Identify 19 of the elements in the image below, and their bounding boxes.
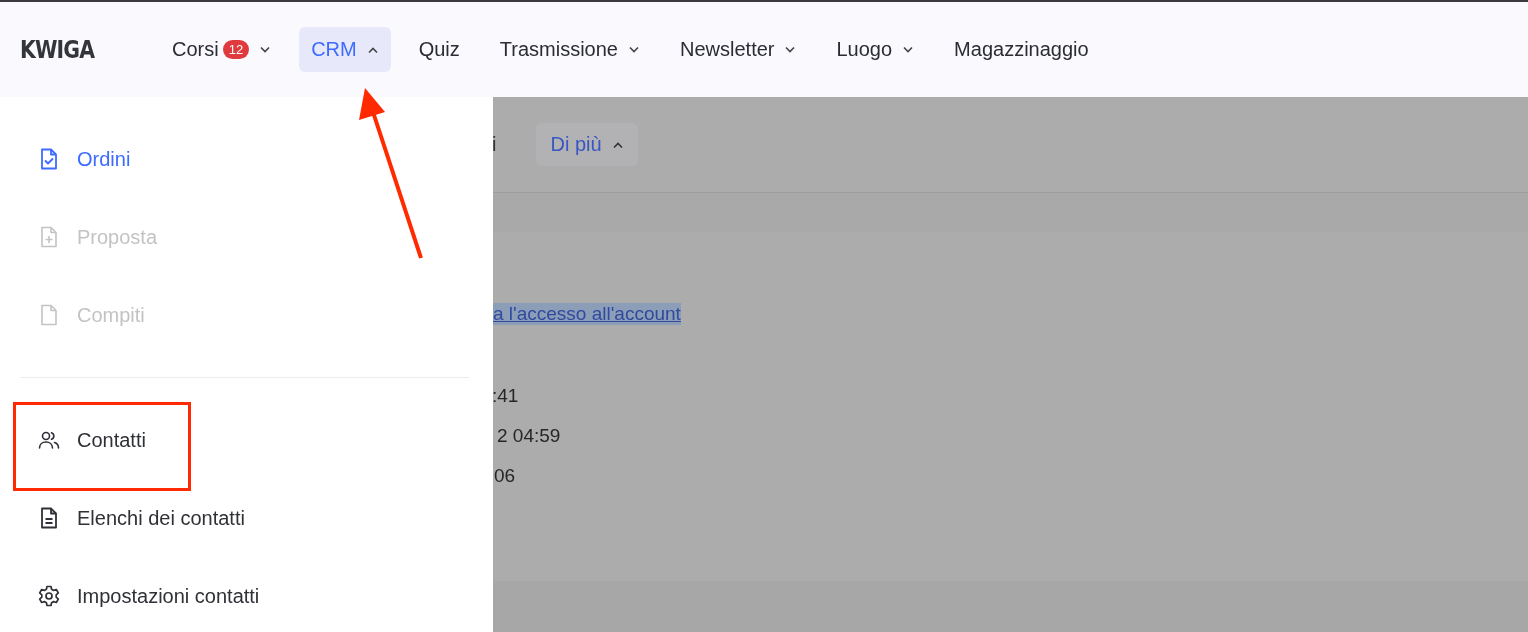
tab-label: i: [492, 133, 497, 156]
menu-item[interactable]: Contatti: [20, 401, 469, 479]
nav-menu-item[interactable]: Quiz: [406, 27, 472, 72]
settings-icon: [37, 584, 61, 608]
menu-item[interactable]: Elenchi dei contatti: [20, 479, 469, 557]
date-time-text: 06: [494, 465, 517, 487]
date-time-text: :41: [492, 385, 520, 407]
nav-menu-item[interactable]: CRM: [299, 27, 391, 72]
menu-item[interactable]: Ordini: [20, 120, 469, 198]
logo[interactable]: KWIGA: [20, 35, 122, 64]
nav-menu-item[interactable]: Magazzinaggio: [942, 27, 1101, 72]
nav-menu-item[interactable]: Luogo: [824, 27, 927, 72]
count-badge: 12: [222, 40, 250, 59]
nav-menu-item[interactable]: Trasmissione: [487, 27, 652, 72]
date-time-text: 2 04:59: [497, 425, 561, 447]
nav-menu-item[interactable]: Corsi 12: [160, 27, 284, 72]
menu-item[interactable]: Impostazioni contatti: [20, 557, 469, 632]
nav-menu-item[interactable]: Newsletter: [668, 27, 809, 72]
caret-up-icon: [611, 140, 624, 149]
